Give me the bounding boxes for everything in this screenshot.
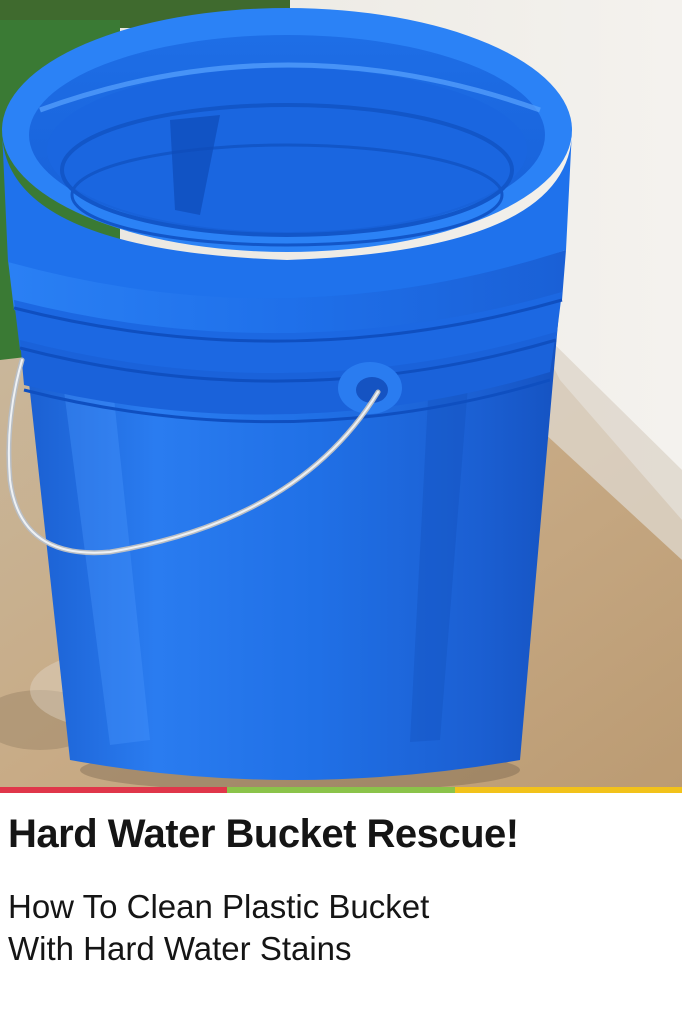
subheadline-line-1: How To Clean Plastic Bucket: [8, 888, 430, 925]
stripe-segment-green: [227, 787, 455, 793]
subheadline-line-2: With Hard Water Stains: [8, 930, 352, 967]
headline: Hard Water Bucket Rescue!: [8, 812, 519, 856]
subheadline: How To Clean Plastic Bucket With Hard Wa…: [8, 886, 668, 970]
stripe-segment-yellow: [454, 787, 682, 793]
stripe-segment-red: [0, 787, 228, 793]
accent-stripe: [0, 787, 682, 793]
bucket-photo: [0, 0, 682, 787]
pin-card: Hard Water Bucket Rescue! How To Clean P…: [0, 0, 682, 1024]
